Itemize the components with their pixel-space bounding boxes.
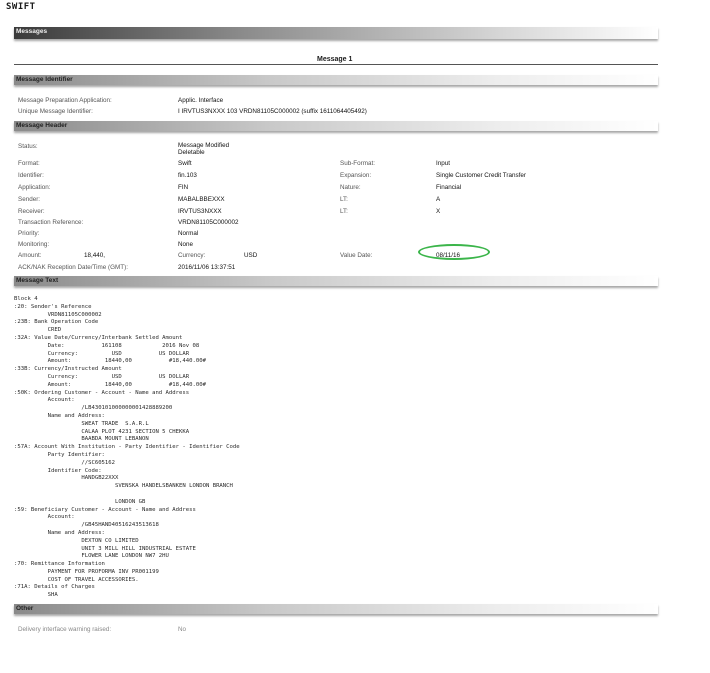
lt-label-1: LT: bbox=[340, 196, 348, 203]
delivery-warning-value: No bbox=[178, 626, 187, 633]
identifier-label: Identifier: bbox=[18, 172, 44, 179]
trn-label: Transaction Reference: bbox=[18, 219, 84, 226]
lt-value-2: X bbox=[436, 208, 441, 215]
identifier-value: fin.103 bbox=[178, 172, 197, 179]
format-value: Swift bbox=[178, 160, 192, 167]
receiver-value: IRVTUS3NXXX bbox=[178, 208, 222, 215]
sender-value: MABALBBEXXX bbox=[178, 196, 225, 203]
subformat-label: Sub-Format: bbox=[340, 160, 375, 167]
ack-label: ACK/NAK Reception Date/Time (GMT): bbox=[18, 264, 128, 271]
status-value-1: Message Modified bbox=[178, 142, 230, 149]
amount-value: 18,440, bbox=[84, 252, 106, 259]
prep-app-label: Message Preparation Application: bbox=[18, 97, 112, 104]
section-message-header: Message Header bbox=[14, 121, 658, 131]
monitoring-value: None bbox=[178, 241, 194, 248]
message-title-rule bbox=[14, 64, 658, 65]
expansion-label: Expansion: bbox=[340, 172, 372, 179]
subformat-value: Input bbox=[436, 160, 451, 167]
value-date-label: Value Date: bbox=[340, 252, 373, 259]
section-message-text: Message Text bbox=[14, 276, 658, 286]
application-value: FIN bbox=[178, 184, 189, 191]
lt-label-2: LT: bbox=[340, 208, 348, 215]
amount-label: Amount: bbox=[18, 252, 42, 259]
format-label: Format: bbox=[18, 160, 40, 167]
sender-label: Sender: bbox=[18, 196, 41, 203]
message-text-block: Block 4 :20: Sender's Reference VRDN8110… bbox=[14, 296, 240, 599]
status-label: Status: bbox=[18, 143, 38, 150]
umi-label: Unique Message Identifier: bbox=[18, 108, 93, 115]
message-title: Message 1 bbox=[317, 56, 353, 63]
section-message-identifier: Message Identifier bbox=[14, 75, 658, 85]
monitoring-label: Monitoring: bbox=[18, 241, 50, 248]
nature-label: Nature: bbox=[340, 184, 361, 191]
priority-value: Normal bbox=[178, 230, 199, 237]
lt-value-1: A bbox=[436, 196, 441, 203]
value-date-highlight-circle bbox=[418, 244, 490, 260]
status-value-2: Deletable bbox=[178, 149, 205, 156]
application-label: Application: bbox=[18, 184, 51, 191]
umi-value: I IRVTUS3NXXX 103 VRDN81105C000002 (suff… bbox=[178, 108, 367, 115]
receiver-label: Receiver: bbox=[18, 208, 45, 215]
currency-label: Currency: bbox=[178, 252, 206, 259]
section-other: Other bbox=[14, 604, 658, 614]
delivery-warning-label: Delivery interface warning raised: bbox=[18, 626, 112, 633]
messages-header-bar: Messages bbox=[14, 27, 658, 39]
priority-label: Priority: bbox=[18, 230, 40, 237]
trn-value: VRDN81105C000002 bbox=[178, 219, 239, 226]
page-label: SWIFT bbox=[6, 2, 36, 12]
ack-value: 2016/11/06 13:37:51 bbox=[178, 264, 236, 271]
expansion-value: Single Customer Credit Transfer bbox=[436, 172, 526, 179]
currency-value: USD bbox=[244, 252, 258, 259]
prep-app-value: Applic. Interface bbox=[178, 97, 224, 104]
nature-value: Financial bbox=[436, 184, 462, 191]
